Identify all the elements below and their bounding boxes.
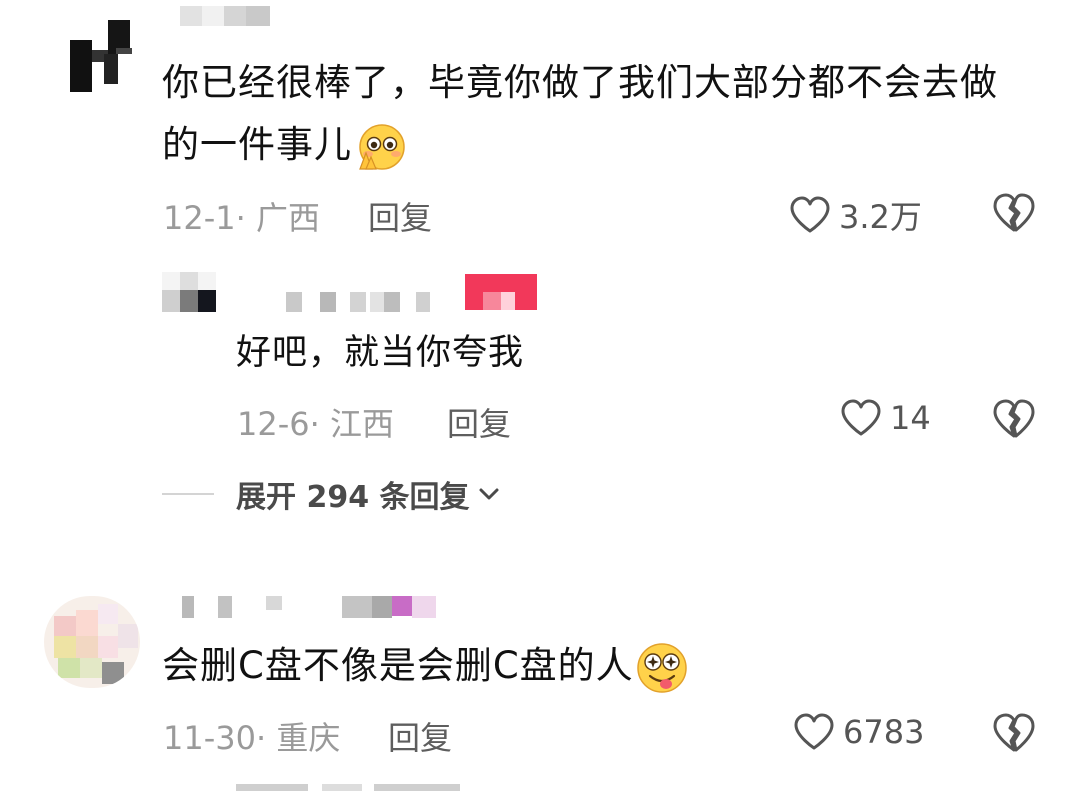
like-count: 14 — [890, 399, 931, 437]
like-button[interactable]: 6783 — [793, 712, 924, 752]
expand-replies-partial[interactable] — [236, 784, 466, 791]
reply-button[interactable]: 回复 — [447, 399, 511, 445]
comment-text: 会删C盘不像是会删C盘的人 — [162, 644, 634, 687]
avatar[interactable] — [162, 272, 216, 314]
like-count: 3.2万 — [839, 198, 922, 236]
username[interactable] — [286, 292, 436, 312]
author-badge — [465, 274, 537, 310]
reply-button[interactable]: 回复 — [368, 193, 432, 239]
like-button[interactable]: 14 — [840, 398, 931, 438]
comment-date: 12-1 — [163, 199, 236, 237]
comment-location: 广西 — [255, 199, 320, 237]
comment-location: 重庆 — [276, 719, 341, 757]
heart-outline-icon — [841, 399, 881, 436]
pleading-hands-emoji — [359, 123, 405, 170]
avatar[interactable] — [70, 18, 136, 96]
comment-text: 你已经很棒了，毕竟你做了我们大部分都不会去做 的一件事儿 — [162, 52, 1042, 176]
expand-replies-button[interactable]: 展开 294 条回复 — [162, 472, 502, 516]
broken-heart-icon[interactable] — [992, 712, 1036, 754]
reply-location: 江西 — [329, 405, 394, 443]
broken-heart-icon[interactable] — [992, 398, 1036, 440]
heart-outline-icon — [790, 196, 830, 233]
comment-date: 11-30 — [163, 719, 256, 757]
heart-outline-icon — [794, 713, 834, 750]
like-button[interactable]: 3.2万 — [789, 192, 922, 238]
chevron-down-icon — [479, 488, 499, 500]
reply-date: 12-6 — [237, 405, 310, 443]
expand-replies-label: 展开 294 条回复 — [236, 480, 470, 515]
comment-text-line: 的一件事儿 — [162, 123, 352, 166]
username[interactable] — [182, 596, 452, 618]
reply-text: 好吧，就当你夸我 — [236, 333, 525, 373]
username[interactable] — [180, 6, 270, 26]
comment-text-line: 你已经很棒了，毕竟你做了我们大部分都不会去做 — [162, 61, 998, 104]
broken-heart-icon[interactable] — [992, 192, 1036, 234]
avatar[interactable] — [44, 596, 140, 688]
like-count: 6783 — [843, 713, 925, 751]
dizzy-tongue-emoji — [636, 642, 687, 693]
divider-line — [162, 493, 214, 495]
reply-button[interactable]: 回复 — [388, 713, 452, 759]
